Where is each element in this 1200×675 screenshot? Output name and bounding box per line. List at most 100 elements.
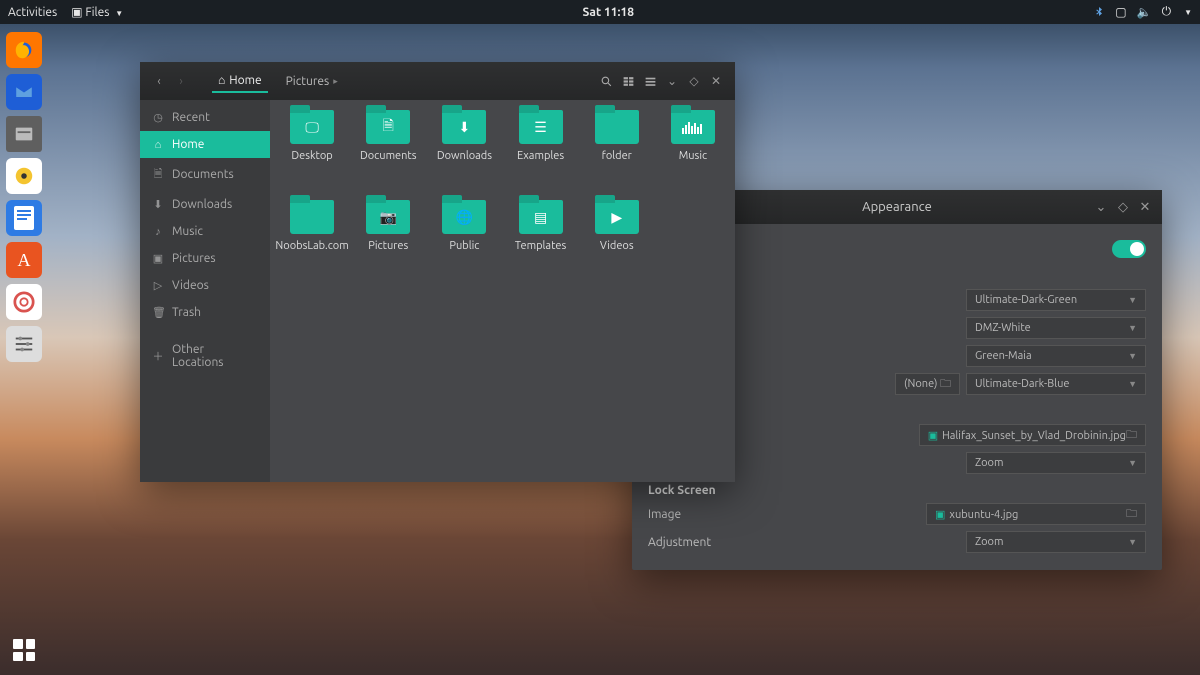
files-sidebar: ◷Recent ⌂Home 🗎Documents ⬇Downloads ♪Mus… [140,100,270,482]
folder-pictures[interactable]: 📷Pictures [350,200,426,286]
sidebar-item-downloads[interactable]: ⬇Downloads [140,191,270,218]
bg-adjust-select[interactable]: Zoom▼ [966,452,1146,474]
back-icon[interactable]: ‹ [148,70,170,92]
folder-desktop[interactable]: 🖵Desktop [274,110,350,196]
desktop-folder-icon: 🖵 [298,116,326,138]
close-icon[interactable]: ✕ [1134,196,1156,218]
minimize-icon[interactable]: ⌄ [1090,196,1112,218]
files-menu-icon: ▣ [71,6,85,19]
bluetooth-icon[interactable] [1093,6,1105,18]
sidebar-item-documents[interactable]: 🗎Documents [140,158,270,191]
thunderbird-icon[interactable] [6,74,42,110]
software-icon[interactable]: A [6,242,42,278]
trash-icon: 🗑 [152,306,164,319]
lockscreen-heading: Lock Screen [648,484,1146,497]
files-icon[interactable] [6,116,42,152]
music-icon: ♪ [152,226,164,238]
view-list-split-icon[interactable] [617,70,639,92]
chevron-down-icon: ▼ [1128,458,1137,468]
image-file-icon: ▣ [935,509,945,521]
sidebar-item-music[interactable]: ♪Music [140,218,270,245]
music-folder-icon [679,116,707,138]
search-icon[interactable] [595,70,617,92]
breadcrumb-pictures[interactable]: Pictures ▸ [280,71,344,92]
screen-icon[interactable]: ▢ [1115,5,1126,19]
lock-image-label: Image [648,508,858,521]
chevron-down-icon: ▼ [1128,323,1137,333]
shell-file-chip[interactable]: (None) 🗀 [895,373,960,395]
folder-open-icon: 🗀 [1126,426,1137,445]
lock-adjust-label: Adjustment [648,536,858,549]
pictures-folder-icon: 📷 [374,206,402,228]
folder-music[interactable]: Music [655,110,731,196]
animations-toggle[interactable] [1112,240,1146,258]
breadcrumb-home[interactable]: ⌂ Home [212,69,268,93]
app-menu[interactable]: ▣ Files ▼ [71,5,123,19]
show-applications-icon[interactable] [13,639,35,661]
home-icon: ⌂ [152,139,164,151]
sidebar-item-other-locations[interactable]: ＋Other Locations [140,336,270,376]
tweaks-icon[interactable] [6,326,42,362]
sidebar-item-videos[interactable]: ▷Videos [140,272,270,299]
folder-templates[interactable]: ▤Templates [502,200,578,286]
rhythmbox-icon[interactable] [6,158,42,194]
view-options-chevron-icon[interactable]: ⌄ [661,70,683,92]
maximize-icon[interactable]: ◇ [1112,196,1134,218]
folder-public[interactable]: 🌐Public [426,200,502,286]
volume-icon[interactable]: 🔈 [1137,5,1152,19]
folder-noobslab[interactable]: NoobsLab.com [274,200,350,286]
home-icon: ⌂ [218,73,225,87]
downloads-folder-icon: ⬇ [450,116,478,138]
folder-open-icon: 🗀 [1126,505,1137,524]
files-titlebar[interactable]: ‹ › ⌂ Home Pictures ▸ ⌄ ◇ ✕ [140,62,735,100]
writer-icon[interactable] [6,200,42,236]
system-menu-chevron-icon[interactable]: ▼ [1184,8,1192,17]
shell-select[interactable]: Ultimate-Dark-Blue▼ [966,373,1146,395]
help-icon[interactable] [6,284,42,320]
lock-image-picker[interactable]: ▣xubuntu-4.jpg🗀 [926,503,1146,525]
appearance-title: Appearance [862,200,932,214]
cursor-select[interactable]: DMZ-White▼ [966,317,1146,339]
files-icon-grid: 🖵Desktop 🗎Documents ⬇Downloads ☰Examples… [270,100,735,482]
app-menu-label: Files [85,6,109,19]
documents-folder-icon: 🗎 [374,116,402,138]
folder-open-icon: 🗀 [940,375,951,394]
view-list-icon[interactable] [639,70,661,92]
image-file-icon: ▣ [928,430,938,442]
hamburger-icon[interactable]: ◇ [683,70,705,92]
bg-image-picker[interactable]: ▣Halifax_Sunset_by_Vlad_Drobinin.jpg🗀 [919,424,1146,446]
picture-icon: ▣ [152,252,164,265]
close-icon[interactable]: ✕ [705,70,727,92]
files-window: ‹ › ⌂ Home Pictures ▸ ⌄ ◇ ✕ ◷Recent ⌂Hom… [140,62,735,482]
top-panel: Activities ▣ Files ▼ Sat 11:18 ▢ 🔈 ⏻ ▼ [0,0,1200,24]
applications-select[interactable]: Ultimate-Dark-Green▼ [966,289,1146,311]
chevron-down-icon: ▼ [1128,295,1137,305]
chevron-right-icon: ▸ [333,76,338,87]
activities-button[interactable]: Activities [8,6,57,19]
folder-examples[interactable]: ☰Examples [502,110,578,196]
document-icon: 🗎 [152,165,164,184]
videos-folder-icon: ▶ [603,206,631,228]
chevron-down-icon: ▼ [1128,379,1137,389]
plus-icon: ＋ [152,348,164,364]
lock-adjust-select[interactable]: Zoom▼ [966,531,1146,553]
sidebar-item-recent[interactable]: ◷Recent [140,104,270,131]
chevron-down-icon: ▼ [115,9,123,18]
folder-folder[interactable]: folder [579,110,655,196]
chevron-down-icon: ▼ [1128,537,1137,547]
icons-select[interactable]: Green-Maia▼ [966,345,1146,367]
folder-downloads[interactable]: ⬇Downloads [426,110,502,196]
power-icon[interactable]: ⏻ [1162,5,1172,19]
sidebar-item-trash[interactable]: 🗑Trash [140,299,270,326]
forward-icon[interactable]: › [170,70,192,92]
sidebar-item-pictures[interactable]: ▣Pictures [140,245,270,272]
clock[interactable]: Sat 11:18 [123,6,1093,19]
dock: A [0,24,48,675]
download-icon: ⬇ [152,198,164,211]
folder-videos[interactable]: ▶Videos [579,200,655,286]
firefox-icon[interactable] [6,32,42,68]
templates-folder-icon: ▤ [527,206,555,228]
folder-documents[interactable]: 🗎Documents [350,110,426,196]
public-folder-icon: 🌐 [450,206,478,228]
sidebar-item-home[interactable]: ⌂Home [140,131,270,158]
